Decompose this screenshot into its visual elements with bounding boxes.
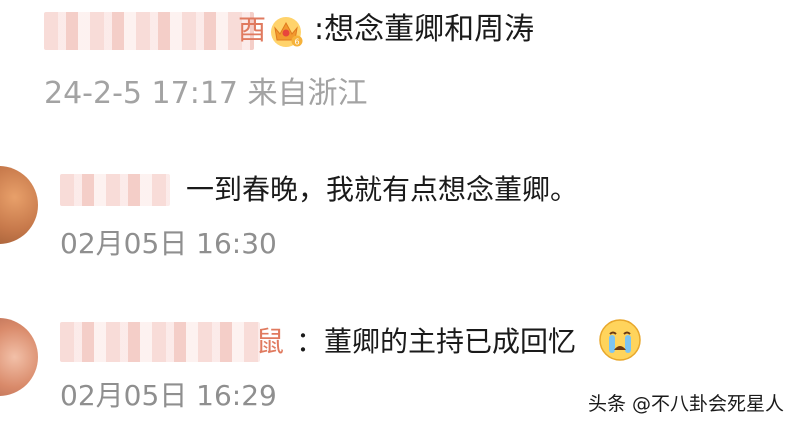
username-tail[interactable]: 鼠: [256, 322, 284, 362]
reply-separator: ：: [296, 325, 325, 358]
top-comment: 酉 6 :想念董卿和周涛 24-2-5 17:17 来自浙江: [0, 0, 800, 125]
watermark: 头条 @不八卦会死星人: [587, 393, 784, 415]
blurred-username[interactable]: [60, 174, 170, 206]
blurred-username[interactable]: [44, 12, 254, 50]
avatar[interactable]: [0, 318, 38, 396]
blurred-username[interactable]: [60, 322, 260, 362]
reply-item: 一到春晚，我就有点想念董卿。 02月05日 16:30: [0, 160, 800, 270]
comment-text: :想念董卿和周涛: [314, 12, 535, 47]
reply-text: 一到春晚，我就有点想念董卿。: [186, 173, 579, 206]
avatar[interactable]: [0, 166, 38, 244]
comment-thread: 酉 6 :想念董卿和周涛 24-2-5 17:17 来自浙江 一到春晚，我就有点…: [0, 0, 800, 432]
reply-time: 02月05日 16:29: [60, 379, 277, 412]
username-tail[interactable]: 酉: [238, 10, 266, 50]
svg-text:6: 6: [294, 38, 299, 47]
crying-face-icon: [599, 319, 641, 361]
reply-text: ：董卿的主持已成回忆: [296, 322, 576, 362]
vip-crown-icon: 6: [271, 17, 303, 47]
reply-message: 董卿的主持已成回忆: [324, 325, 577, 358]
comment-meta: 24-2-5 17:17 来自浙江: [44, 76, 368, 111]
reply-time: 02月05日 16:30: [60, 227, 277, 260]
